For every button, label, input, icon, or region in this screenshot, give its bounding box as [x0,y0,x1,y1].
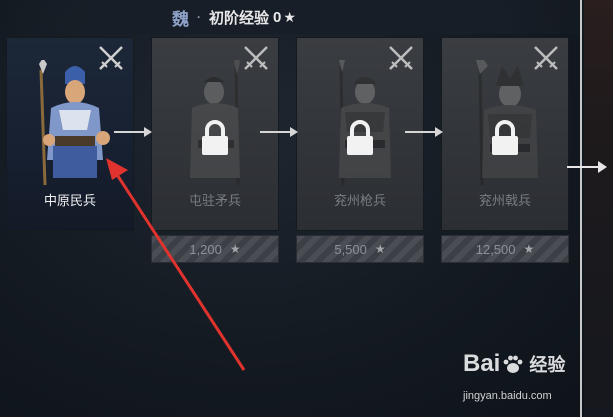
crossed-swords-icon [389,46,413,70]
unit-card-spearman[interactable]: 屯驻矛兵 [151,37,279,231]
cost-value: 12,500 [475,241,516,257]
watermark-suffix: 经验 [529,355,566,376]
header-title: 魏 · 初阶经验 0 ★ [172,6,296,30]
unit-name: 兖州戟兵 [478,194,531,209]
unit-card-militia[interactable]: 中原民兵 [6,37,134,231]
star-icon: ★ [229,242,241,256]
padlock-icon [492,120,518,155]
separator-dot: · [197,10,201,24]
cost-value: 5,500 [334,241,367,257]
upgrade-arrow [260,127,298,137]
watermark-url: jingyan.baidu.com [463,390,552,402]
watermark-logo: Bai 经验 [463,350,565,378]
branch-arrow [567,161,607,173]
upgrade-arrow [114,127,152,137]
faction-label: 魏 [172,9,189,30]
paw-icon [503,355,523,373]
star-icon: ★ [523,242,535,256]
unlock-cost-bar[interactable]: 1,200 ★ [151,235,279,263]
unlock-cost-bar[interactable]: 12,500 ★ [441,235,569,263]
cost-value: 1,200 [189,241,222,257]
tier-label: 初阶经验 [209,8,270,27]
militia-portrait [39,60,110,186]
crossed-swords-icon [534,46,558,70]
crossed-swords-icon [99,46,123,70]
upgrade-arrow [405,127,443,137]
padlock-icon [202,120,228,155]
exp-value: 0 [273,8,282,26]
crossed-swords-icon [244,46,268,70]
header-bar: 魏 · 初阶经验 0 ★ [0,0,613,34]
star-icon: ★ [283,8,296,25]
unit-name: 屯驻矛兵 [188,194,241,209]
unit-name: 兖州枪兵 [333,194,386,209]
padlock-icon [347,120,373,155]
unit-name: 中原民兵 [43,194,96,209]
unit-card-lancer[interactable]: 兖州枪兵 [296,37,424,231]
star-icon: ★ [374,242,386,256]
watermark-brand: Bai [463,350,501,377]
baidu-watermark: Bai 经验 jingyan.baidu.com [463,350,593,410]
unit-card-halberdier[interactable]: 兖州戟兵 [441,37,569,231]
unlock-cost-bar[interactable]: 5,500 ★ [296,235,424,263]
